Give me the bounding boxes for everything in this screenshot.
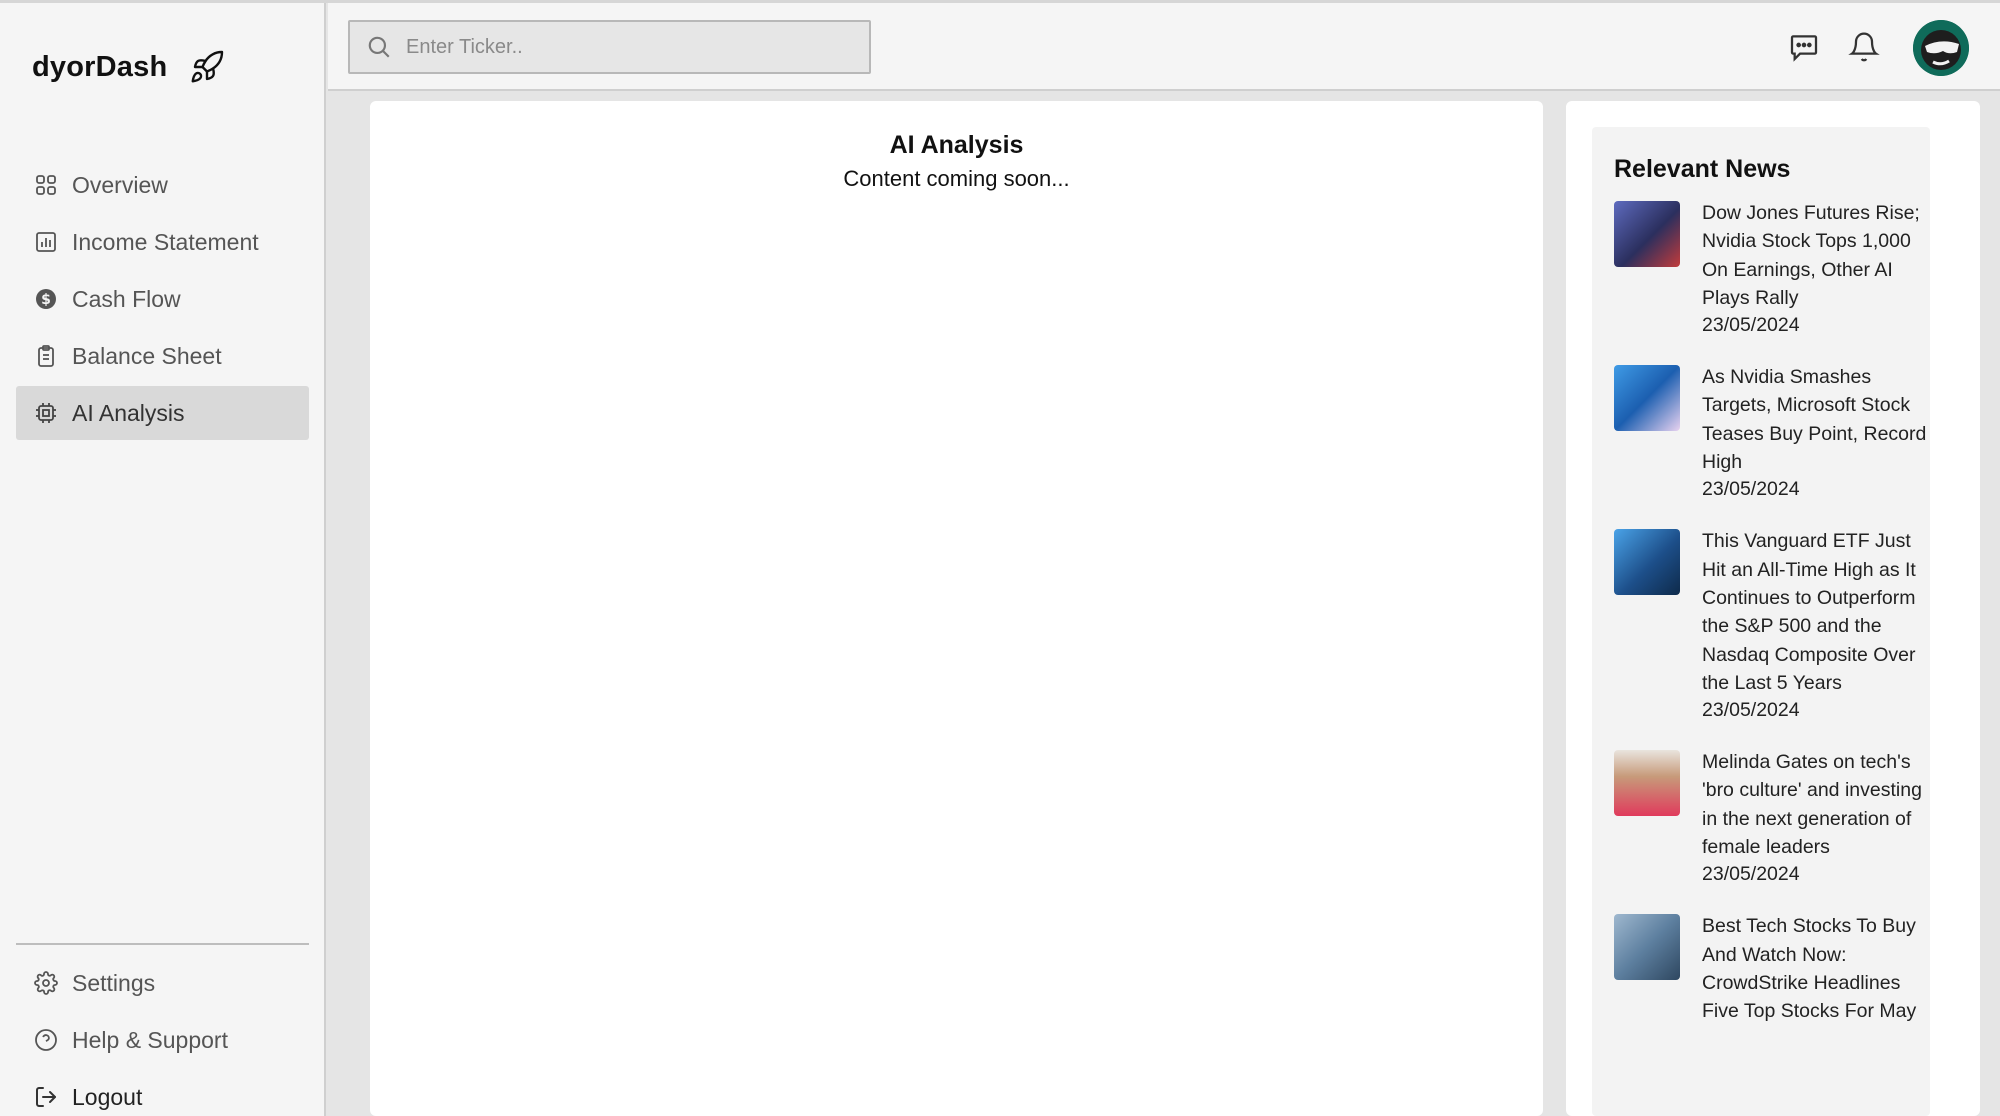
news-date: 23/05/2024: [1702, 699, 1800, 722]
rocket-icon: [189, 49, 225, 85]
sidebar-item-label: Help & Support: [72, 1026, 228, 1053]
news-item[interactable]: As Nvidia Smashes Targets, Microsoft Sto…: [1614, 363, 1927, 503]
news-date: 23/05/2024: [1702, 863, 1800, 886]
sidebar-item-label: Logout: [72, 1083, 143, 1110]
grid-icon: [34, 173, 58, 197]
page-subtitle: Content coming soon...: [843, 166, 1070, 191]
clipboard-icon: [34, 344, 58, 368]
news-title: This Vanguard ETF Just Hit an All-Time H…: [1702, 530, 1916, 694]
sidebar-item-cash-flow[interactable]: $ Cash Flow: [16, 272, 309, 326]
news-list: Dow Jones Futures Rise; Nvidia Stock Top…: [1614, 199, 1927, 1050]
news-panel: Relevant News Dow Jones Futures Rise; Nv…: [1566, 101, 1980, 1116]
dollar-circle-icon: $: [34, 287, 58, 311]
brand[interactable]: dyorDash: [32, 49, 225, 85]
news-title: Best Tech Stocks To Buy And Watch Now: C…: [1702, 915, 1917, 1023]
sidebar-item-help-support[interactable]: Help & Support: [16, 1013, 309, 1067]
avatar[interactable]: [1913, 20, 1969, 76]
sidebar: dyorDash Overview Income Statement $ Cas…: [0, 3, 326, 1116]
main-panel: AI Analysis Content coming soon...: [370, 101, 1543, 1116]
search-bar[interactable]: [348, 20, 871, 74]
news-date: 23/05/2024: [1702, 478, 1800, 501]
sidebar-nav: Overview Income Statement $ Cash Flow Ba…: [16, 158, 309, 443]
news-title: Dow Jones Futures Rise; Nvidia Stock Top…: [1702, 202, 1920, 309]
news-thumbnail: [1614, 201, 1680, 267]
news-item[interactable]: Best Tech Stocks To Buy And Watch Now: C…: [1614, 912, 1924, 1025]
logout-icon: [34, 1085, 58, 1109]
sidebar-item-label: Settings: [72, 969, 156, 996]
bell-icon[interactable]: [1848, 31, 1880, 63]
sidebar-item-settings[interactable]: Settings: [16, 956, 309, 1010]
sidebar-item-logout[interactable]: Logout: [16, 1070, 309, 1116]
sidebar-item-balance-sheet[interactable]: Balance Sheet: [16, 329, 309, 383]
top-header: [328, 3, 2000, 91]
gear-icon: [34, 971, 58, 995]
sidebar-item-income-statement[interactable]: Income Statement: [16, 215, 309, 269]
sidebar-item-label: Overview: [72, 171, 168, 198]
sidebar-item-overview[interactable]: Overview: [16, 158, 309, 212]
news-heading: Relevant News: [1614, 155, 1791, 183]
svg-text:$: $: [41, 292, 51, 308]
sidebar-item-ai-analysis[interactable]: AI Analysis: [16, 386, 309, 440]
relevant-news-card: Relevant News Dow Jones Futures Rise; Nv…: [1592, 127, 1930, 1116]
cpu-icon: [34, 401, 58, 425]
ticker-search-input[interactable]: [406, 35, 846, 59]
news-item[interactable]: This Vanguard ETF Just Hit an All-Time H…: [1614, 527, 1924, 724]
news-title: Melinda Gates on tech's 'bro culture' an…: [1702, 751, 1922, 859]
sidebar-divider: [16, 943, 309, 945]
sidebar-item-label: Balance Sheet: [72, 342, 222, 369]
news-title: As Nvidia Smashes Targets, Microsoft Sto…: [1702, 366, 1927, 474]
news-item[interactable]: Dow Jones Futures Rise; Nvidia Stock Top…: [1614, 199, 1924, 339]
sidebar-bottom-nav: Settings Help & Support Logout: [16, 956, 309, 1116]
news-thumbnail: [1614, 750, 1680, 817]
sidebar-item-label: AI Analysis: [72, 399, 185, 426]
sidebar-item-label: Cash Flow: [72, 285, 181, 312]
news-item[interactable]: Melinda Gates on tech's 'bro culture' an…: [1614, 748, 1924, 888]
message-icon[interactable]: [1788, 31, 1820, 63]
help-circle-icon: [34, 1028, 58, 1052]
page-title: AI Analysis: [889, 131, 1024, 159]
brand-name: dyorDash: [32, 50, 168, 83]
news-thumbnail: [1614, 914, 1680, 981]
news-thumbnail: [1614, 365, 1680, 432]
news-date: 23/05/2024: [1702, 314, 1800, 337]
bar-chart-icon: [34, 230, 58, 254]
sidebar-item-label: Income Statement: [72, 228, 259, 255]
news-thumbnail: [1614, 529, 1680, 596]
search-icon: [366, 34, 392, 60]
